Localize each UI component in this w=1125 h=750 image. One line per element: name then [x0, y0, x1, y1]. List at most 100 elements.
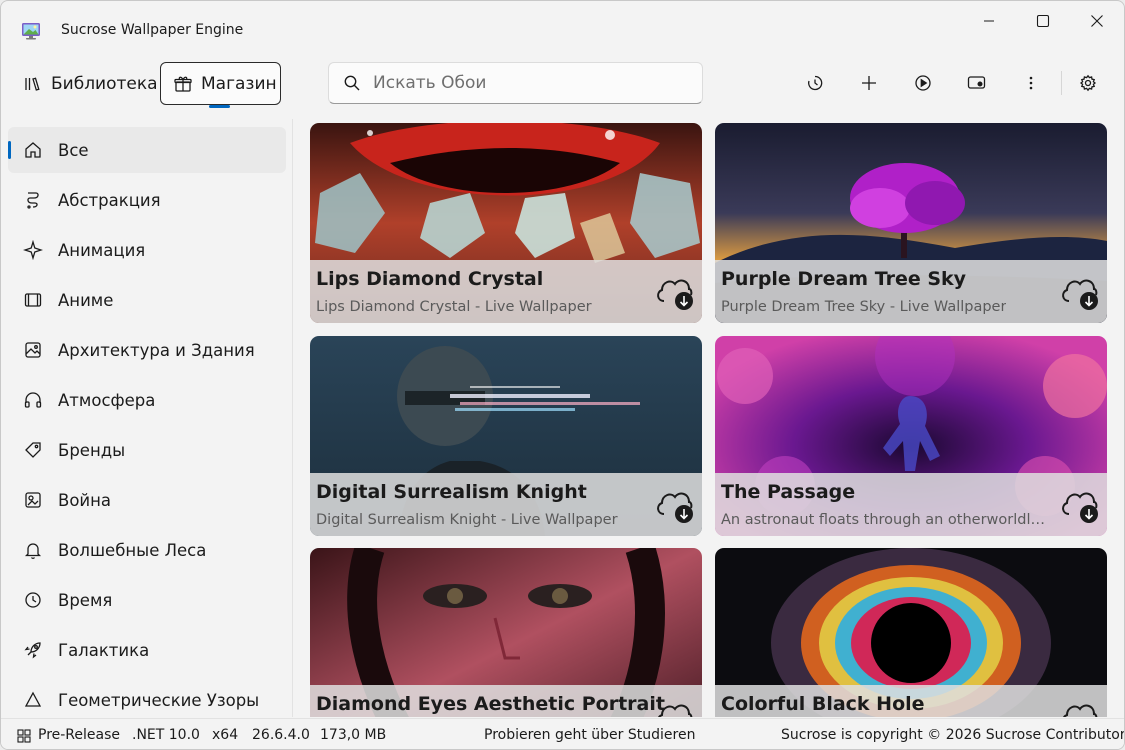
card-title: The Passage: [721, 481, 856, 503]
wallpaper-card[interactable]: Diamond Eyes Aesthetic Portrait: [310, 548, 702, 717]
tab-store[interactable]: Магазин: [160, 62, 281, 105]
cloud-download-icon[interactable]: [654, 271, 696, 311]
tag-icon: [23, 440, 43, 460]
history-button[interactable]: [797, 65, 833, 101]
rocket-icon: [23, 640, 43, 660]
sidebar-item-label: Бренды: [58, 440, 126, 460]
app-window: Sucrose Wallpaper Engine Библиотека Мага…: [0, 0, 1125, 750]
tab-library[interactable]: Библиотека: [15, 62, 166, 105]
card-description: Purple Dream Tree Sky - Live Wallpaper: [721, 299, 1007, 315]
wallpaper-card[interactable]: Purple Dream Tree Sky Purple Dream Tree …: [715, 123, 1107, 323]
cloud-download-icon[interactable]: [654, 484, 696, 524]
headphones-icon: [23, 390, 43, 410]
clock-icon: [23, 590, 43, 610]
status-quote: Probieren geht über Studieren: [484, 727, 696, 743]
sidebar-item-label: Аниме: [58, 290, 114, 310]
sidebar-item-label: Абстракция: [58, 190, 161, 210]
cloud-download-icon[interactable]: [1059, 696, 1101, 717]
search-icon: [343, 74, 361, 92]
card-title: Purple Dream Tree Sky: [721, 268, 967, 290]
sidebar-item-atmosphere[interactable]: Атмосфера: [8, 377, 286, 423]
sidebar-item-label: Геометрические Узоры: [58, 690, 260, 710]
sidebar-item-magic-forests[interactable]: Волшебные Леса: [8, 527, 286, 573]
sidebar-item-animation[interactable]: Анимация: [8, 227, 286, 273]
history-icon: [808, 75, 823, 91]
card-title: Digital Surrealism Knight: [316, 481, 587, 503]
app-title: Sucrose Wallpaper Engine: [61, 22, 244, 38]
wallpaper-card[interactable]: Digital Surrealism Knight Digital Surrea…: [310, 336, 702, 536]
card-description: Digital Surrealism Knight - Live Wallpap…: [316, 512, 618, 528]
film-icon: [23, 290, 43, 310]
cloud-download-icon[interactable]: [1059, 484, 1101, 524]
minimize-button[interactable]: [961, 1, 1017, 41]
wallpaper-card[interactable]: Lips Diamond Crystal Lips Diamond Crysta…: [310, 123, 702, 323]
abstract-icon: [23, 190, 43, 210]
sidebar-item-label: Архитектура и Здания: [58, 340, 255, 360]
sidebar-item-all[interactable]: Все: [8, 127, 286, 173]
search-box[interactable]: [328, 62, 703, 104]
card-description: Lips Diamond Crystal - Live Wallpaper: [316, 299, 592, 315]
display-toggle-button[interactable]: [959, 65, 995, 101]
add-button[interactable]: [851, 65, 887, 101]
status-copyright: Sucrose is copyright © 2026 Sucrose Cont…: [781, 727, 1125, 743]
sidebar-item-brands[interactable]: Бренды: [8, 427, 286, 473]
sparkle-icon: [23, 240, 43, 260]
display-toggle-icon: [967, 76, 986, 89]
card-title: Lips Diamond Crystal: [316, 268, 544, 290]
cloud-download-icon[interactable]: [654, 696, 696, 717]
sidebar-item-label: Волшебные Леса: [58, 540, 207, 560]
app-logo-icon: [22, 23, 40, 40]
library-icon: [23, 74, 43, 94]
card-title: Colorful Black Hole: [721, 693, 925, 715]
war-image-icon: [23, 490, 43, 510]
wallpaper-grid[interactable]: Lips Diamond Crystal Lips Diamond Crysta…: [294, 119, 1124, 717]
sidebar-item-label: Все: [58, 140, 89, 160]
tab-store-label: Магазин: [201, 73, 277, 94]
more-icon: [1029, 76, 1033, 90]
status-arch: x64: [212, 727, 239, 743]
title-bar[interactable]: Sucrose Wallpaper Engine: [1, 1, 1124, 59]
toolbar-separator: [1061, 71, 1062, 95]
tab-library-label: Библиотека: [51, 73, 158, 94]
gift-icon: [173, 74, 193, 94]
cloud-download-icon[interactable]: [1059, 271, 1101, 311]
status-channel: Pre-Release: [38, 727, 121, 743]
category-sidebar[interactable]: Все Абстракция Анимация Аниме Архитектур…: [1, 119, 293, 717]
status-memory: 173,0 MB: [320, 727, 387, 743]
maximize-icon: [1036, 14, 1050, 28]
wallpaper-card[interactable]: The Passage An astronaut floats through …: [715, 336, 1107, 536]
active-tab-indicator: [209, 105, 230, 108]
sidebar-item-label: Анимация: [58, 240, 146, 260]
maximize-button[interactable]: [1015, 1, 1071, 41]
sidebar-item-geometric-patterns[interactable]: Геометрические Узоры: [8, 677, 286, 717]
sidebar-item-architecture[interactable]: Архитектура и Здания: [8, 327, 286, 373]
sidebar-item-label: Галактика: [58, 640, 150, 660]
wallpaper-card[interactable]: Colorful Black Hole: [715, 548, 1107, 717]
sidebar-item-anime[interactable]: Аниме: [8, 277, 286, 323]
plus-icon: [862, 76, 876, 90]
close-window-button[interactable]: [1069, 1, 1124, 41]
bell-icon: [23, 540, 43, 560]
status-version: 26.6.4.0: [252, 727, 310, 743]
sidebar-item-abstract[interactable]: Абстракция: [8, 177, 286, 223]
triangle-icon: [23, 690, 43, 710]
close-icon: [1091, 15, 1103, 27]
settings-icon: [1079, 74, 1097, 92]
sidebar-item-label: Атмосфера: [58, 390, 156, 410]
card-description: An astronaut floats through an otherworl…: [721, 512, 1051, 528]
more-options-button[interactable]: [1013, 65, 1049, 101]
status-bar: Pre-Release .NET 10.0 x64 26.6.4.0 173,0…: [1, 718, 1125, 749]
card-title: Diamond Eyes Aesthetic Portrait: [316, 693, 665, 715]
status-framework: .NET 10.0: [132, 727, 200, 743]
sidebar-item-label: Время: [58, 590, 113, 610]
home-icon: [23, 140, 43, 160]
sidebar-item-time[interactable]: Время: [8, 577, 286, 623]
play-icon: [915, 75, 931, 91]
sidebar-item-galaxy[interactable]: Галактика: [8, 627, 286, 673]
settings-button[interactable]: [1070, 65, 1106, 101]
sidebar-item-label: Война: [58, 490, 112, 510]
search-input[interactable]: [373, 73, 673, 93]
sidebar-item-war[interactable]: Война: [8, 477, 286, 523]
play-button[interactable]: [905, 65, 941, 101]
build-icon: [17, 729, 31, 743]
